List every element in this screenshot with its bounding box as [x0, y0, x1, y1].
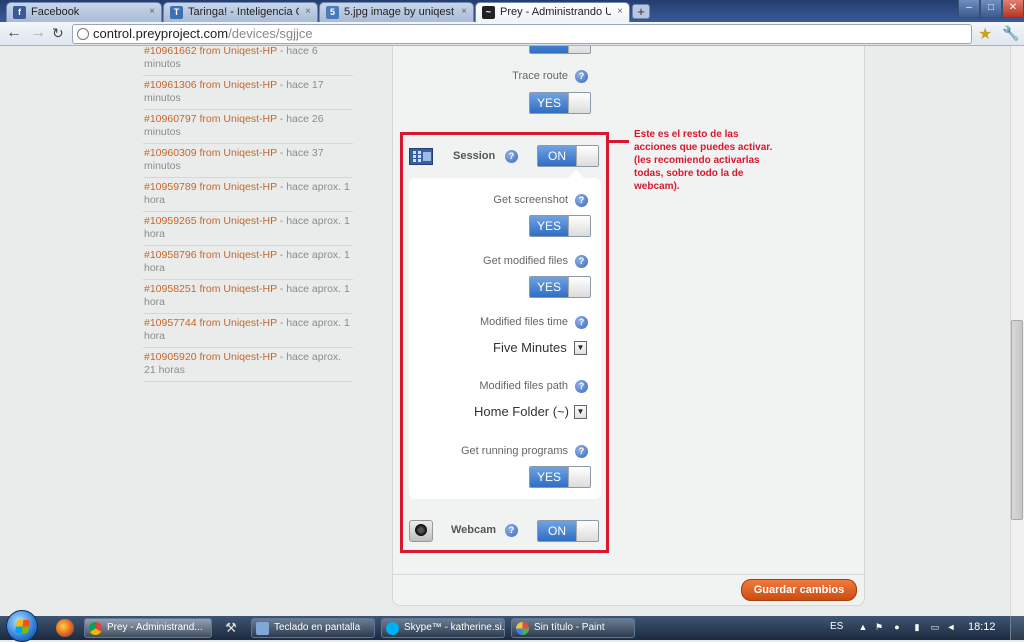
toggle-on-part — [530, 46, 568, 53]
close-tab-icon[interactable]: × — [305, 3, 311, 21]
back-arrow-icon[interactable]: ← — [6, 25, 22, 41]
report-link[interactable]: #10959789 from Uniqest-HP — [144, 181, 277, 193]
task-label: Prey - Administrand... — [107, 622, 203, 633]
tool-icon[interactable]: ⚒ — [222, 619, 240, 637]
minimize-window-button[interactable]: – — [958, 0, 980, 18]
task-label: Skype™ - katherine.si... — [404, 622, 505, 633]
page-content: #10961662 from Uniqest-HP - hace 6 minut… — [0, 46, 1024, 616]
chrome-icon — [89, 622, 102, 635]
report-item: #10961662 from Uniqest-HP - hace 6 minut… — [143, 46, 353, 76]
report-link[interactable]: #10959265 from Uniqest-HP — [144, 215, 277, 227]
task-label: Teclado en pantalla — [274, 622, 361, 633]
reports-list: #10961662 from Uniqest-HP - hace 6 minut… — [143, 46, 353, 382]
report-item: #10961306 from Uniqest-HP - hace 17 minu… — [143, 76, 353, 110]
reload-icon[interactable]: ↻ — [52, 25, 64, 41]
close-tab-icon[interactable]: × — [149, 3, 155, 21]
task-label: Sin título - Paint — [534, 622, 605, 633]
windows-taskbar: Prey - Administrand... ⚒ Teclado en pant… — [0, 610, 1024, 642]
save-changes-button[interactable]: Guardar cambios — [741, 579, 857, 601]
report-link[interactable]: #10905920 from Uniqest-HP — [144, 351, 277, 363]
tab-taringa[interactable]: T Taringa! - Inteligencia Colec... × — [163, 2, 318, 22]
tray-tool-icon[interactable]: ⚑ — [874, 622, 884, 632]
tab-title: Taringa! - Inteligencia Colec... — [188, 6, 299, 18]
facebook-icon: f — [13, 6, 26, 19]
prey-icon: ~ — [482, 6, 495, 19]
report-item: #10905920 from Uniqest-HP - hace aprox. … — [143, 348, 353, 382]
trace-route-toggle[interactable]: YES — [529, 92, 591, 114]
tab-prey[interactable]: ~ Prey - Administrando Uniq... × — [475, 2, 630, 22]
report-item: #10958251 from Uniqest-HP - hace aprox. … — [143, 280, 353, 314]
tab-title: Prey - Administrando Uniq... — [500, 6, 611, 18]
volume-icon[interactable]: ◄ — [946, 622, 956, 632]
show-desktop-button[interactable] — [1010, 616, 1024, 640]
annotation-callout-text: Este es el resto de las acciones que pue… — [634, 129, 773, 192]
report-link[interactable]: #10960309 from Uniqest-HP — [144, 147, 277, 159]
toggle-knob — [568, 46, 590, 53]
panel-footer-divider — [392, 574, 865, 575]
toggle-on-part: YES — [530, 93, 568, 113]
battery-icon[interactable]: ▭ — [930, 622, 940, 632]
start-button[interactable] — [6, 610, 38, 642]
photo-icon: 5 — [326, 6, 339, 19]
report-item: #10960309 from Uniqest-HP - hace 37 minu… — [143, 144, 353, 178]
firefox-icon[interactable] — [56, 619, 74, 637]
report-link[interactable]: #10960797 from Uniqest-HP — [144, 113, 277, 125]
url-path: /devices/sgjjce — [228, 26, 313, 41]
tray-expand-icon[interactable]: ▲ — [858, 622, 868, 632]
paint-icon — [516, 622, 529, 635]
report-item: #10958796 from Uniqest-HP - hace aprox. … — [143, 246, 353, 280]
report-link[interactable]: #10961662 from Uniqest-HP — [144, 46, 277, 57]
scrollbar-thumb[interactable] — [1011, 320, 1023, 520]
report-item: #10957744 from Uniqest-HP - hace aprox. … — [143, 314, 353, 348]
task-chrome[interactable]: Prey - Administrand... — [84, 618, 212, 638]
system-clock[interactable]: 18:12 — [968, 621, 996, 633]
tab-facebook[interactable]: f Facebook × — [6, 2, 162, 22]
close-tab-icon[interactable]: × — [461, 3, 467, 21]
report-item: #10959789 from Uniqest-HP - hace aprox. … — [143, 178, 353, 212]
bookmark-star-icon[interactable]: ★ — [978, 24, 992, 44]
task-skype[interactable]: Skype™ - katherine.si... — [381, 618, 505, 638]
keyboard-icon — [256, 622, 269, 635]
trace-route-label: Trace route — [512, 70, 568, 82]
help-icon[interactable]: ? — [575, 70, 588, 83]
browser-tab-strip: f Facebook × T Taringa! - Inteligencia C… — [0, 0, 1024, 22]
report-item: #10960797 from Uniqest-HP - hace 26 minu… — [143, 110, 353, 144]
new-tab-button[interactable]: + — [632, 4, 650, 19]
report-item: #10959265 from Uniqest-HP - hace aprox. … — [143, 212, 353, 246]
task-keyboard[interactable]: Teclado en pantalla — [251, 618, 375, 638]
task-paint[interactable]: Sin título - Paint — [511, 618, 635, 638]
annotation-highlight-box — [400, 132, 609, 553]
annotation-pointer-line — [609, 140, 629, 143]
toggle-knob — [568, 93, 590, 113]
close-window-button[interactable]: ✕ — [1002, 0, 1024, 18]
forward-arrow-icon[interactable]: → — [30, 25, 46, 41]
maximize-window-button[interactable]: □ — [980, 0, 1002, 18]
globe-icon — [77, 28, 89, 40]
report-link[interactable]: #10957744 from Uniqest-HP — [144, 317, 277, 329]
tab-photo[interactable]: 5 5.jpg image by uniqest - Ph... × — [319, 2, 474, 22]
skype-icon — [386, 622, 399, 635]
report-link[interactable]: #10958251 from Uniqest-HP — [144, 283, 277, 295]
tab-title: 5.jpg image by uniqest - Ph... — [344, 6, 455, 18]
report-link[interactable]: #10961306 from Uniqest-HP — [144, 79, 277, 91]
tray-app-icon[interactable]: ● — [892, 622, 902, 632]
tab-title: Facebook — [31, 6, 80, 18]
page-scrollbar[interactable] — [1010, 46, 1024, 616]
report-link[interactable]: #10958796 from Uniqest-HP — [144, 249, 277, 261]
previous-action-toggle[interactable] — [529, 46, 591, 54]
wrench-menu-icon[interactable]: 🔧 — [1002, 25, 1019, 42]
taringa-icon: T — [170, 6, 183, 19]
address-bar[interactable]: control.preyproject.com/devices/sgjjce — [72, 24, 972, 44]
browser-toolbar: ← → ↻ control.preyproject.com/devices/sg… — [0, 22, 1024, 46]
close-tab-icon[interactable]: × — [617, 3, 623, 21]
network-signal-icon[interactable]: ▮ — [912, 622, 922, 632]
url-host: control.preyproject.com — [93, 26, 229, 41]
language-indicator[interactable]: ES — [830, 621, 843, 632]
